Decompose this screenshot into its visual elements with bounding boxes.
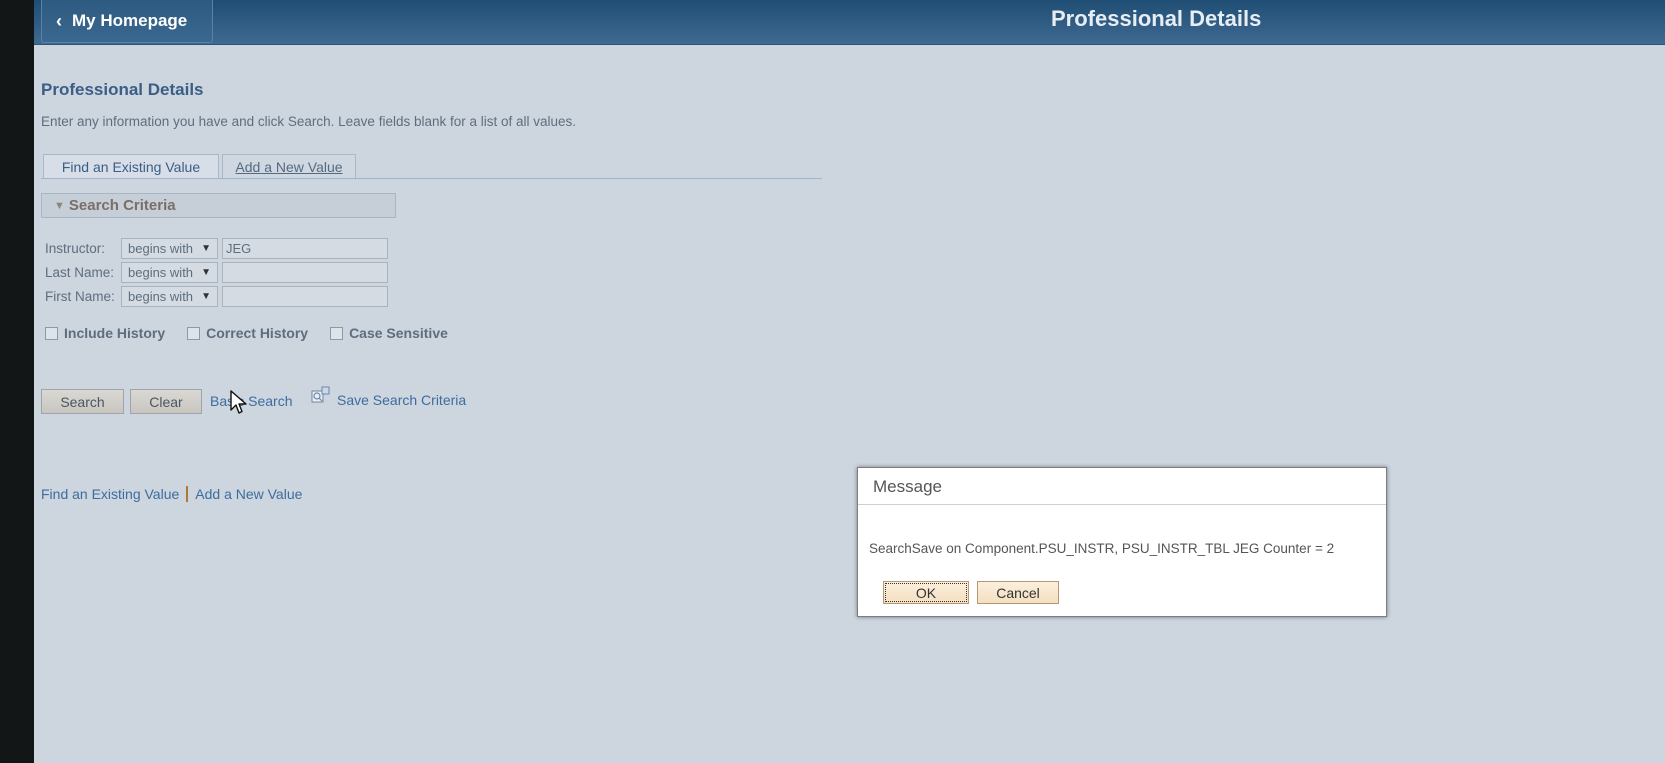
- save-search-icon[interactable]: [310, 386, 330, 406]
- my-homepage-button[interactable]: ‹ My Homepage: [41, 0, 213, 43]
- basic-search-link[interactable]: Basic Search: [210, 393, 292, 409]
- instructor-label: Instructor:: [45, 241, 106, 256]
- tab-add-new-value[interactable]: Add a New Value: [222, 154, 356, 179]
- mouse-cursor-icon: [230, 390, 247, 414]
- home-button-label: My Homepage: [72, 11, 188, 30]
- collapse-triangle-icon: ▼: [54, 199, 65, 212]
- case-sensitive-option[interactable]: Case Sensitive: [330, 325, 448, 341]
- find-existing-value-link[interactable]: Find an Existing Value: [41, 486, 179, 502]
- add-new-value-link[interactable]: Add a New Value: [195, 486, 302, 502]
- dialog-message: SearchSave on Component.PSU_INSTR, PSU_I…: [869, 541, 1335, 556]
- dropdown-arrow-icon: ▼: [201, 243, 211, 254]
- instructor-operator-value: begins with: [128, 241, 194, 256]
- dialog-title: Message: [873, 477, 942, 496]
- dropdown-arrow-icon: ▼: [201, 291, 211, 302]
- case-sensitive-checkbox[interactable]: [330, 326, 344, 340]
- message-dialog: Message SearchSave on Component.PSU_INST…: [857, 467, 1387, 617]
- last-name-operator-value: begins with: [128, 265, 194, 280]
- instructor-operator-select[interactable]: begins with ▼: [121, 238, 218, 259]
- first-name-label: First Name:: [45, 289, 115, 304]
- link-separator: [186, 486, 189, 502]
- last-name-input[interactable]: [222, 262, 388, 283]
- dialog-divider: [858, 504, 1386, 505]
- correct-history-checkbox[interactable]: [187, 326, 201, 340]
- case-sensitive-label: Case Sensitive: [349, 325, 448, 341]
- include-history-option[interactable]: Include History: [45, 325, 165, 341]
- correct-history-option[interactable]: Correct History: [187, 325, 308, 341]
- tab-divider: [41, 178, 822, 179]
- save-search-criteria-link[interactable]: Save Search Criteria: [337, 392, 466, 408]
- search-criteria-label: Search Criteria: [68, 197, 176, 214]
- left-screen-edge: [0, 0, 34, 763]
- cancel-button[interactable]: Cancel: [977, 581, 1059, 604]
- search-options: Include History Correct History Case Sen…: [45, 325, 470, 341]
- page-heading: Professional Details: [1051, 6, 1262, 31]
- last-name-label: Last Name:: [45, 265, 115, 280]
- correct-history-label: Correct History: [206, 325, 309, 341]
- ok-button[interactable]: OK: [883, 581, 969, 604]
- tab-find-existing-value[interactable]: Find an Existing Value: [43, 154, 219, 179]
- field-row-last-name: Last Name: begins with ▼: [45, 262, 388, 283]
- search-button[interactable]: Search: [41, 389, 124, 414]
- search-criteria-header[interactable]: ▼ Search Criteria: [41, 193, 396, 218]
- field-row-instructor: Instructor: begins with ▼ JEG: [45, 238, 388, 259]
- page-title: Professional Details: [41, 80, 204, 99]
- top-banner: ‹ My Homepage Professional Details: [34, 0, 1665, 45]
- chevron-left-icon: ‹: [56, 10, 62, 31]
- first-name-operator-value: begins with: [128, 289, 194, 304]
- include-history-label: Include History: [64, 325, 166, 341]
- app-window: ‹ My Homepage Professional Details Profe…: [34, 0, 1665, 763]
- clear-button[interactable]: Clear: [130, 389, 202, 414]
- bottom-nav-links: Find an Existing Value Add a New Value: [41, 486, 302, 502]
- last-name-operator-select[interactable]: begins with ▼: [121, 262, 218, 283]
- instructor-input[interactable]: JEG: [222, 238, 388, 259]
- include-history-checkbox[interactable]: [45, 326, 58, 340]
- first-name-operator-select[interactable]: begins with ▼: [121, 286, 218, 307]
- dropdown-arrow-icon: ▼: [201, 267, 211, 278]
- field-row-first-name: First Name: begins with ▼: [45, 286, 388, 307]
- first-name-input[interactable]: [222, 286, 388, 307]
- instructions-text: Enter any information you have and click…: [41, 114, 577, 129]
